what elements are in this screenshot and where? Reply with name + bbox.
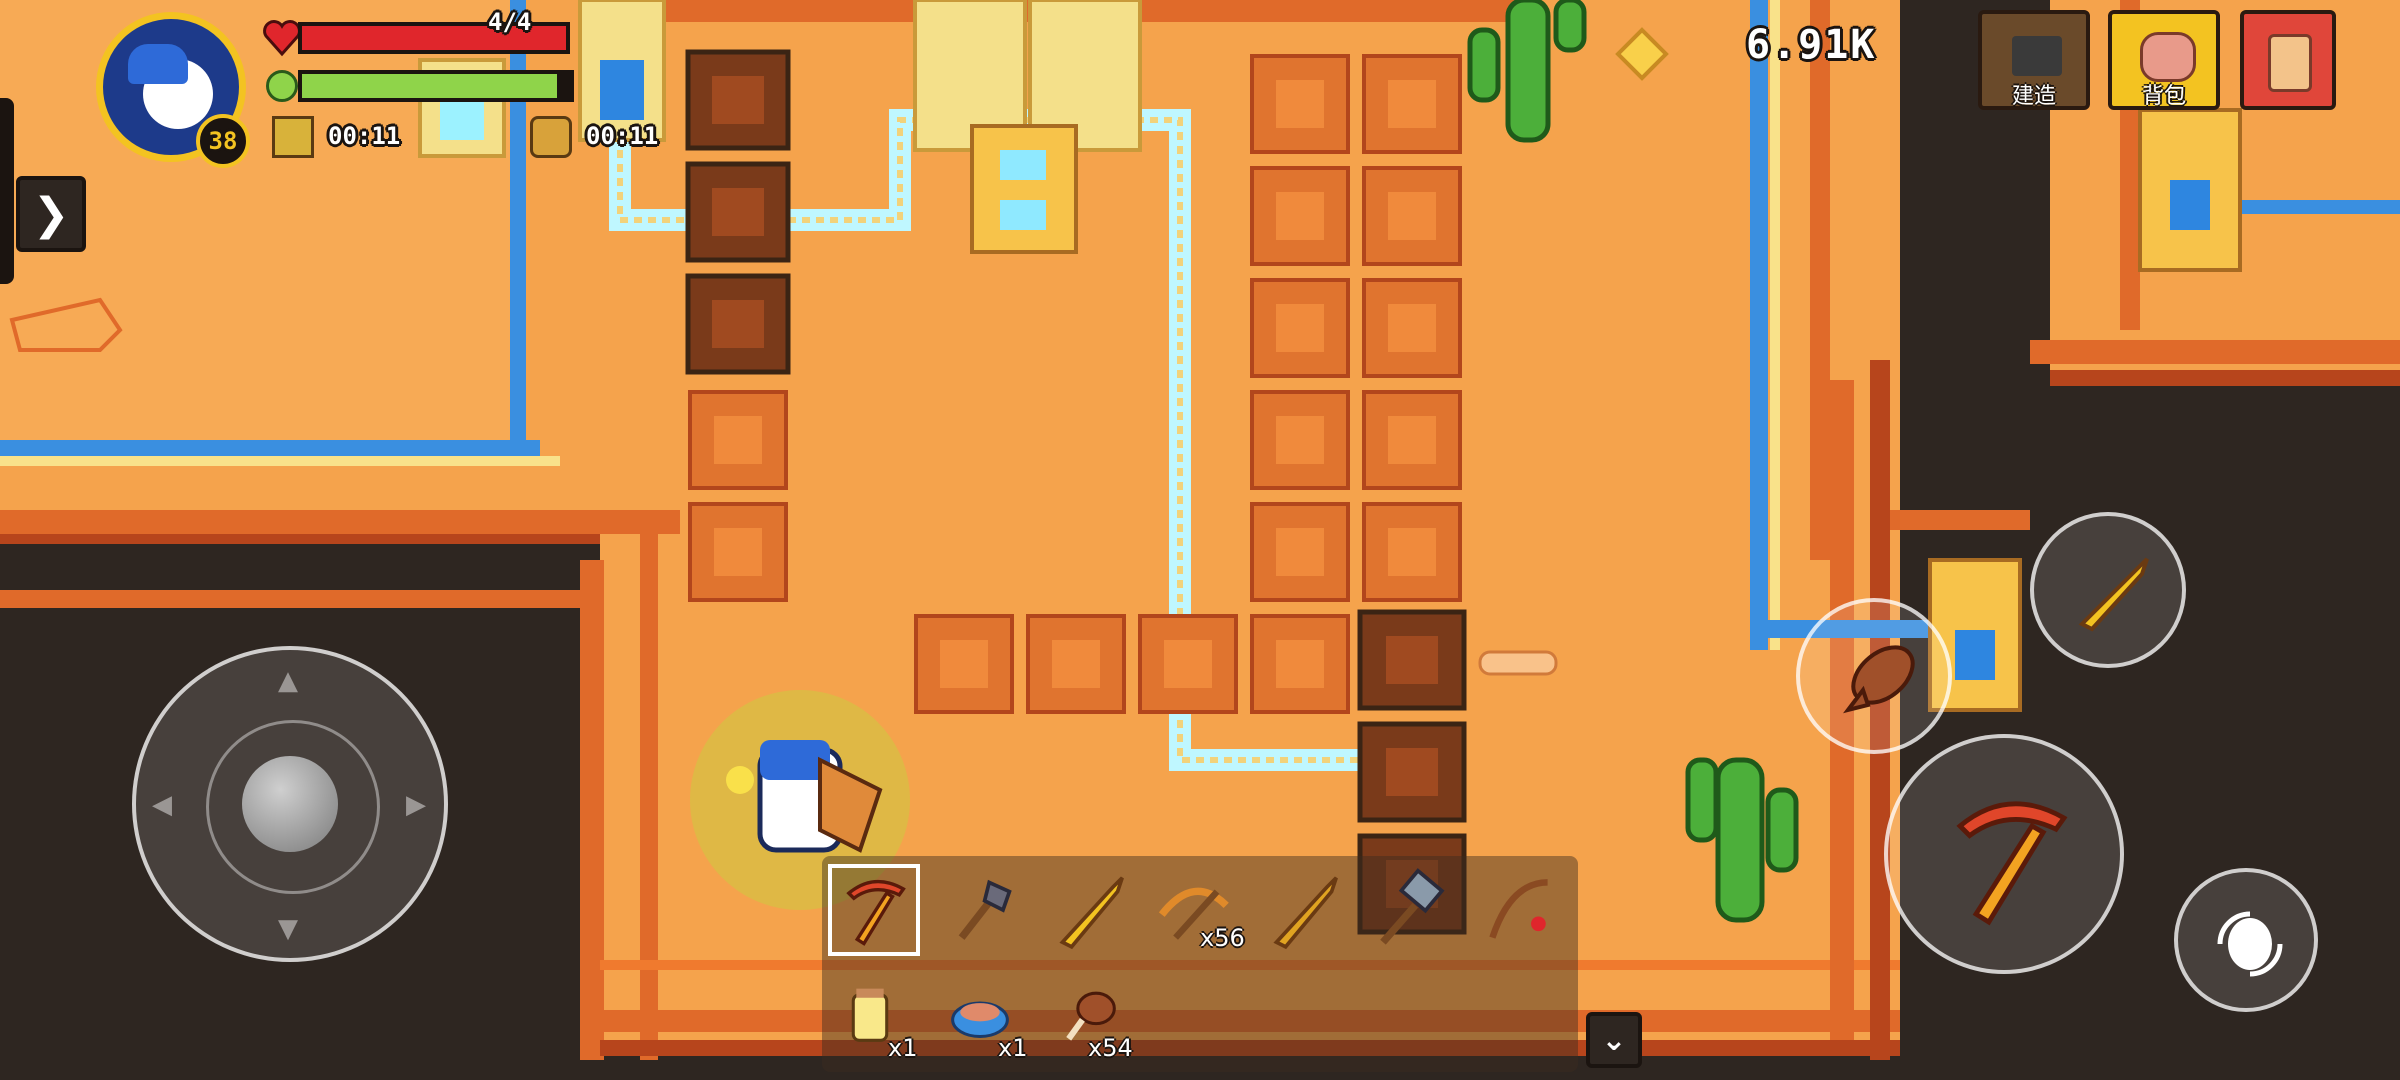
hotbar-slot-7[interactable]: [1474, 864, 1566, 956]
buff-icon: [530, 116, 572, 158]
roll-icon: [2217, 911, 2283, 977]
arrow-up-icon: ▲: [278, 666, 298, 696]
shovel-icon: [958, 879, 1012, 940]
arrow-down-icon: ▼: [278, 914, 298, 944]
currency-amount: 6.91K: [1746, 22, 1877, 68]
arrow-left-icon: ◀: [152, 790, 172, 820]
health-text: 4/4: [488, 8, 532, 36]
golden-sword-icon: [1273, 876, 1338, 950]
hotbar-slot-6[interactable]: [1360, 864, 1452, 956]
joystick-knob[interactable]: [242, 756, 338, 852]
consumable-slot-1[interactable]: x1: [832, 978, 924, 1070]
energy-bar: [298, 70, 574, 102]
virtual-joystick[interactable]: ▲ ▼ ◀ ▶: [132, 646, 448, 962]
hotbar-collapse-button[interactable]: ⌄: [1586, 1012, 1642, 1068]
fishing-rod-icon: [1489, 879, 1548, 939]
hotbar-slot-2[interactable]: [934, 864, 1026, 956]
sword-icon: [1059, 876, 1124, 950]
anvil-icon: [2012, 36, 2062, 76]
eat-food-button[interactable]: [1796, 598, 1952, 754]
hotbar-slot-4[interactable]: x56: [1148, 864, 1245, 956]
consumable-slot-3-count: x54: [1088, 1034, 1133, 1062]
energy-icon: [266, 70, 298, 102]
backpack-icon: [2140, 32, 2196, 82]
build-button[interactable]: 建造: [1978, 10, 2090, 110]
expand-button[interactable]: ❯: [16, 176, 86, 252]
level-value: 38: [208, 127, 238, 155]
heart-icon: [262, 18, 302, 58]
pickaxe-icon: [846, 879, 906, 946]
energy-bar-fill: [302, 74, 557, 98]
golden-sword-icon: [2078, 557, 2149, 632]
level-badge: 38: [196, 114, 250, 168]
pickaxe-icon: [1956, 801, 2068, 926]
quick-sword-button[interactable]: [2030, 512, 2186, 668]
hotbar-slot-3[interactable]: [1044, 864, 1136, 956]
arrow-right-icon: ▶: [406, 790, 426, 820]
attack-button[interactable]: [1884, 734, 2124, 974]
consumable-slot-2[interactable]: x1: [942, 978, 1034, 1070]
hotbar-slot-1[interactable]: [828, 864, 920, 956]
buff-timer-2: 00:11: [586, 122, 659, 150]
backpack-button[interactable]: 背包: [2108, 10, 2220, 110]
chevron-down-icon: ⌄: [1601, 1022, 1627, 1058]
chevron-right-icon: ❯: [32, 188, 70, 240]
consumable-slot-3[interactable]: x54: [1052, 978, 1144, 1070]
backpack-label: 背包: [2141, 84, 2186, 109]
consumable-slot-2-count: x1: [998, 1034, 1028, 1062]
dodge-roll-button[interactable]: [2174, 868, 2318, 1012]
side-panel-toggle[interactable]: [0, 98, 14, 284]
hotbar-slot-4-count: x56: [1200, 924, 1245, 952]
quest-scroll-button[interactable]: [2240, 10, 2336, 110]
fish-icon: [1843, 645, 1915, 714]
buff-icon: [272, 116, 314, 158]
consumable-slot-1-count: x1: [888, 1034, 918, 1062]
buff-timer-1: 00:11: [328, 122, 401, 150]
game-viewport: 38 4/4 00:11 00:11 ❯ 6.91K 建造 背包 ▲ ▼ ◀ ▶…: [0, 0, 2400, 1080]
hammer-icon: [1380, 868, 1445, 945]
scroll-icon: [2268, 34, 2312, 92]
build-label: 建造: [2011, 84, 2056, 109]
hotbar-slot-5[interactable]: [1258, 864, 1350, 956]
